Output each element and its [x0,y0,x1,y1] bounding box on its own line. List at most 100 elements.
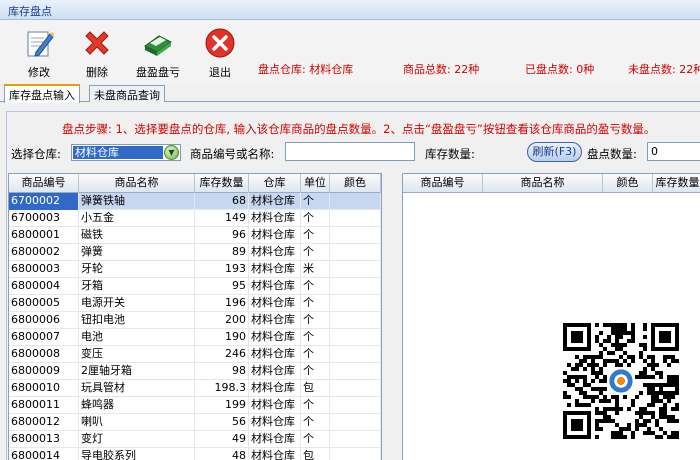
col-stock[interactable]: 库存数量 [653,174,700,193]
cell-code[interactable]: 6800005 [9,295,79,312]
cell-color[interactable] [330,244,381,261]
col-color[interactable]: 颜色 [330,174,381,193]
col-code[interactable]: 商品编号 [9,174,79,193]
cell-stock[interactable]: 68 [195,193,249,210]
cell-name[interactable]: 磁铁 [79,227,195,244]
cell-warehouse[interactable]: 材料仓库 [249,278,301,295]
cell-code[interactable]: 6800013 [9,431,79,448]
col-color[interactable]: 颜色 [603,174,653,193]
cell-color[interactable] [330,210,381,227]
table-row[interactable]: 6800011 蜂鸣器 199 材料仓库个 [9,397,381,414]
cell-unit[interactable]: 包 [301,448,330,460]
cell-name[interactable]: 小五金 [79,210,195,227]
cell-unit[interactable]: 米 [301,261,330,278]
cell-warehouse[interactable]: 材料仓库 [249,346,301,363]
cell-unit[interactable]: 个 [301,431,330,448]
cell-name[interactable]: 喇叭 [79,414,195,431]
cell-stock[interactable]: 49 [195,431,249,448]
cell-name[interactable]: 玩具管材 [79,380,195,397]
table-row[interactable]: 6800002 弹簧 89 材料仓库个 [9,244,381,261]
cell-code[interactable]: 6800006 [9,312,79,329]
cell-name[interactable]: 导电胶系列 [79,448,195,460]
table-row[interactable]: 6800009 2厘轴牙箱 98 材料仓库个 [9,363,381,380]
table-row[interactable]: 6800013 变灯 49 材料仓库个 [9,431,381,448]
cell-code[interactable]: 6800008 [9,346,79,363]
cell-unit[interactable]: 包 [301,380,330,397]
cell-warehouse[interactable]: 材料仓库 [249,261,301,278]
cell-stock[interactable]: 198.3 [195,380,249,397]
cell-name[interactable]: 牙箱 [79,278,195,295]
table-row[interactable]: 6800003 牙轮 193 材料仓库米 [9,261,381,278]
cell-color[interactable] [330,227,381,244]
cell-code[interactable]: 6800003 [9,261,79,278]
cell-unit[interactable]: 个 [301,397,330,414]
cell-unit[interactable]: 个 [301,295,330,312]
table-row[interactable]: 6800014 导电胶系列 48 材料仓库包 [9,448,381,460]
cell-name[interactable]: 钮扣电池 [79,312,195,329]
cell-color[interactable] [330,431,381,448]
grid-splitter[interactable] [382,173,402,460]
cell-name[interactable]: 变灯 [79,431,195,448]
cell-color[interactable] [330,346,381,363]
cell-code[interactable]: 6700002 [9,193,79,210]
cell-name[interactable]: 电池 [79,329,195,346]
edit-button[interactable]: 修改 [14,26,64,82]
cell-code[interactable]: 6800002 [9,244,79,261]
table-row[interactable]: 6700003 小五金 149 材料仓库个 [9,210,381,227]
cell-stock[interactable]: 190 [195,329,249,346]
cell-name[interactable]: 弹簧 [79,244,195,261]
cell-warehouse[interactable]: 材料仓库 [249,448,301,460]
table-row[interactable]: 6800004 牙箱 95 材料仓库个 [9,278,381,295]
col-name[interactable]: 商品名称 [79,174,195,193]
cell-stock[interactable]: 196 [195,295,249,312]
cell-unit[interactable]: 个 [301,312,330,329]
cell-unit[interactable]: 个 [301,329,330,346]
cell-warehouse[interactable]: 材料仓库 [249,380,301,397]
cell-warehouse[interactable]: 材料仓库 [249,397,301,414]
cell-name[interactable]: 变压 [79,346,195,363]
table-row[interactable]: 6800010 玩具管材 198.3 材料仓库包 [9,380,381,397]
cell-stock[interactable]: 98 [195,363,249,380]
dropdown-icon[interactable]: ▼ [164,145,179,160]
cell-name[interactable]: 牙轮 [79,261,195,278]
cell-code[interactable]: 6800004 [9,278,79,295]
count-input[interactable]: 0 [647,142,700,161]
cell-stock[interactable]: 48 [195,448,249,460]
cell-stock[interactable]: 193 [195,261,249,278]
cell-stock[interactable]: 95 [195,278,249,295]
cell-stock[interactable]: 96 [195,227,249,244]
cell-code[interactable]: 6800011 [9,397,79,414]
cell-warehouse[interactable]: 材料仓库 [249,210,301,227]
cell-warehouse[interactable]: 材料仓库 [249,295,301,312]
cell-name[interactable]: 电源开关 [79,295,195,312]
cell-color[interactable] [330,414,381,431]
cell-stock[interactable]: 246 [195,346,249,363]
stock-grid[interactable]: 商品编号 商品名称 库存数量 仓库 单位 颜色 6700002 弹簧铁轴 68 材料仓… [8,173,382,460]
cell-unit[interactable]: 个 [301,227,330,244]
cell-color[interactable] [330,312,381,329]
tab-unchecked-query[interactable]: 未盘商品查询 [89,85,165,102]
cell-code[interactable]: 6800009 [9,363,79,380]
cell-color[interactable] [330,295,381,312]
col-warehouse[interactable]: 仓库 [249,174,301,193]
warehouse-select[interactable]: 材料仓库 ▼ [71,144,181,161]
col-code[interactable]: 商品编号 [403,174,483,193]
cell-color[interactable] [330,363,381,380]
cell-warehouse[interactable]: 材料仓库 [249,363,301,380]
table-row[interactable]: 6800001 磁铁 96 材料仓库个 [9,227,381,244]
cell-color[interactable] [330,448,381,460]
table-row[interactable]: 6800005 电源开关 196 材料仓库个 [9,295,381,312]
tab-inventory-input[interactable]: 库存盘点输入 [4,84,80,103]
cell-warehouse[interactable]: 材料仓库 [249,193,301,210]
cell-warehouse[interactable]: 材料仓库 [249,244,301,261]
cell-unit[interactable]: 个 [301,193,330,210]
cell-warehouse[interactable]: 材料仓库 [249,414,301,431]
col-stock[interactable]: 库存数量 [195,174,249,193]
cell-warehouse[interactable]: 材料仓库 [249,329,301,346]
col-name[interactable]: 商品名称 [483,174,603,193]
cell-name[interactable]: 弹簧铁轴 [79,193,195,210]
col-unit[interactable]: 单位 [301,174,330,193]
cell-unit[interactable]: 个 [301,210,330,227]
cell-unit[interactable]: 个 [301,278,330,295]
code-search-input[interactable] [285,142,415,161]
